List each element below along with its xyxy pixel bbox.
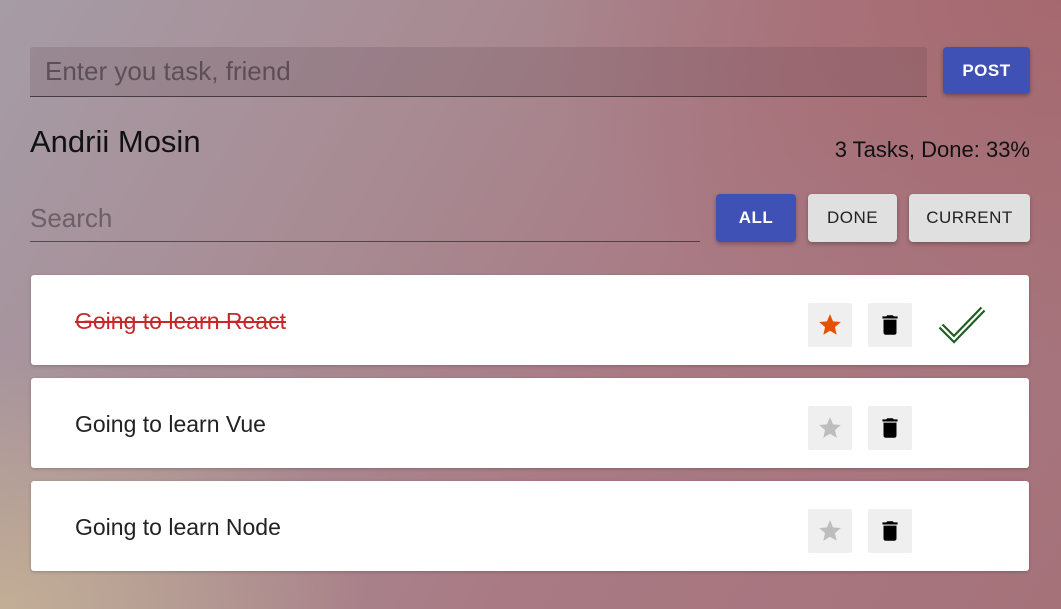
task-stats: 3 Tasks, Done: 33% [834, 137, 1030, 162]
star-button[interactable] [808, 509, 852, 553]
new-task-input[interactable] [30, 47, 927, 97]
filter-done-button[interactable]: DONE [808, 194, 897, 242]
post-button[interactable]: POST [943, 47, 1030, 94]
task-item: Going to learn Vue [31, 378, 1029, 468]
trash-icon [882, 315, 898, 335]
star-icon [819, 520, 841, 541]
checkmark-icon[interactable] [938, 305, 986, 345]
trash-icon [882, 521, 898, 541]
star-icon [819, 417, 841, 438]
user-name: Andrii Mosin [30, 124, 201, 159]
trash-icon [882, 418, 898, 438]
star-icon [819, 314, 841, 335]
delete-button[interactable] [868, 406, 912, 450]
task-label[interactable]: Going to learn Node [75, 481, 281, 573]
star-button[interactable] [808, 406, 852, 450]
search-input[interactable] [30, 196, 700, 242]
star-button[interactable] [808, 303, 852, 347]
task-label[interactable]: Going to learn React [75, 275, 286, 367]
task-item: Going to learn Node [31, 481, 1029, 571]
filter-all-button[interactable]: ALL [716, 194, 796, 242]
delete-button[interactable] [868, 303, 912, 347]
task-item: Going to learn React [31, 275, 1029, 365]
delete-button[interactable] [868, 509, 912, 553]
task-label[interactable]: Going to learn Vue [75, 378, 266, 470]
filter-current-button[interactable]: CURRENT [909, 194, 1030, 242]
